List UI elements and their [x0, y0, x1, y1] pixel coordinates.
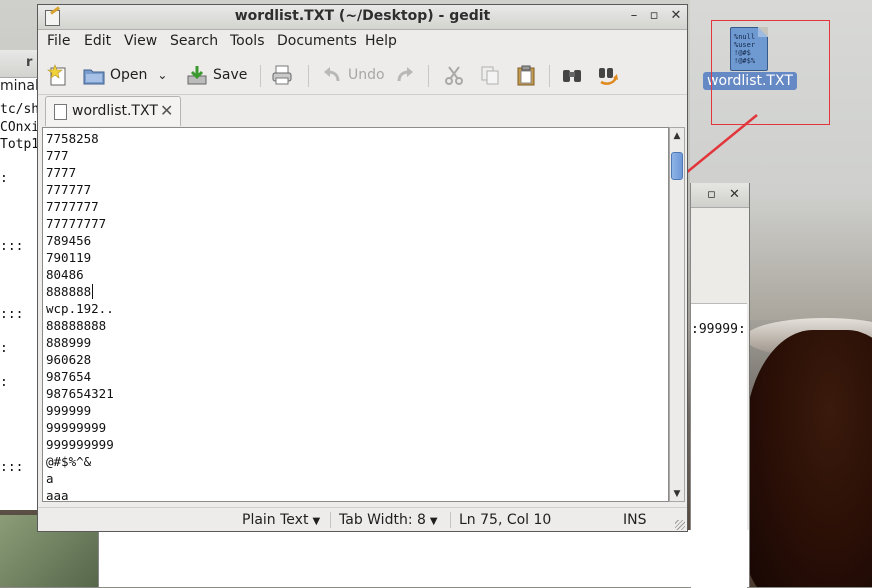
editor-line: wcp.192..: [46, 301, 114, 316]
editor-line: 888999: [46, 335, 92, 350]
resize-grip-icon[interactable]: [675, 520, 685, 530]
undo-label: Undo: [348, 67, 385, 83]
new-document-icon: [47, 64, 69, 86]
editor-line: 987654321: [46, 386, 114, 401]
copy-icon: [479, 64, 501, 86]
editor-line: a: [46, 471, 54, 486]
print-button[interactable]: [271, 62, 298, 88]
undo-button[interactable]: Undo: [321, 62, 385, 88]
toolbar-separator: [428, 65, 429, 87]
vertical-scrollbar[interactable]: ▲ ▼: [669, 127, 685, 502]
save-icon: [186, 64, 208, 86]
chevron-down-icon: ▼: [429, 516, 438, 527]
scrollbar-thumb[interactable]: [671, 152, 683, 180]
titlebar[interactable]: wordlist.TXT (~/Desktop) - gedit – ▫ ✕: [38, 5, 687, 30]
menu-documents[interactable]: Documents: [277, 33, 357, 49]
scroll-up-icon[interactable]: ▲: [670, 129, 684, 143]
editor-line: 88888888: [46, 318, 107, 333]
insert-mode: INS: [623, 512, 647, 528]
editor-line: 80486: [46, 267, 84, 282]
editor-line: 77777777: [46, 216, 107, 231]
redo-icon: [394, 64, 416, 86]
menu-view[interactable]: View: [124, 33, 157, 49]
open-button[interactable]: Open ⌄: [83, 62, 167, 88]
text-caret: [92, 284, 94, 299]
editor-lines: 7758258 777 7777 777777 7777777 77777777 78945…: [46, 130, 114, 502]
tab-label: wordlist.TXT: [72, 103, 158, 119]
status-divider: [450, 512, 451, 528]
find-button[interactable]: [561, 62, 588, 88]
editor-line: 7777: [46, 165, 77, 180]
menu-file[interactable]: File: [47, 33, 70, 49]
editor-line: 7777777: [46, 199, 99, 214]
tab-close-icon[interactable]: ✕: [160, 101, 173, 120]
paste-button[interactable]: [515, 62, 542, 88]
minimize-icon[interactable]: –: [626, 8, 642, 23]
cut-button[interactable]: [443, 62, 470, 88]
new-document-button[interactable]: [47, 62, 74, 88]
maximize-icon[interactable]: ▫: [646, 8, 662, 23]
editor-line: 789456: [46, 233, 92, 248]
clipboard-icon: [515, 64, 537, 86]
save-button[interactable]: Save: [186, 62, 247, 88]
tab-width-label: Tab Width: 8: [339, 512, 426, 528]
printer-icon: [271, 64, 293, 86]
scroll-down-icon[interactable]: ▼: [670, 487, 684, 501]
cursor-position: Ln 75, Col 10: [459, 512, 552, 528]
editor-line: 999999999: [46, 437, 114, 452]
open-label: Open: [110, 67, 148, 83]
chevron-down-icon: ▼: [312, 516, 321, 527]
chevron-down-icon[interactable]: ⌄: [157, 68, 167, 82]
status-divider: [330, 512, 331, 528]
language-label: Plain Text: [242, 512, 309, 528]
editor-line: 888888: [46, 283, 114, 300]
copy-button[interactable]: [479, 62, 506, 88]
save-label: Save: [213, 67, 248, 83]
editor-line: @#$%^&: [46, 454, 92, 469]
redo-button[interactable]: [394, 62, 421, 88]
text-editor[interactable]: 7758258 777 7777 777777 7777777 77777777 78945…: [42, 127, 669, 502]
menu-search[interactable]: Search: [170, 33, 218, 49]
menu-tools[interactable]: Tools: [230, 33, 265, 49]
editor-line: 790119: [46, 250, 92, 265]
menubar: File Edit View Search Tools Documents He…: [38, 30, 687, 54]
editor-line: 777: [46, 148, 69, 163]
editor-line: 7758258: [46, 131, 99, 146]
gedit-window[interactable]: wordlist.TXT (~/Desktop) - gedit – ▫ ✕ F…: [37, 4, 688, 532]
editor-line: 999999: [46, 403, 92, 418]
toolbar-separator: [260, 65, 261, 87]
menu-edit[interactable]: Edit: [84, 33, 111, 49]
close-icon[interactable]: ✕: [668, 8, 684, 23]
editor-line: 99999999: [46, 420, 107, 435]
editor-line: 987654: [46, 369, 92, 384]
status-bar: Plain Text ▼ Tab Width: 8 ▼ Ln 75, Col 10 …: [38, 507, 687, 532]
tab-bar: wordlist.TXT ✕: [38, 95, 687, 126]
scissors-icon: [443, 64, 465, 86]
tab-width-selector[interactable]: Tab Width: 8 ▼: [339, 512, 438, 528]
editor-line-text: 888888: [46, 284, 92, 299]
editor-line: 960628: [46, 352, 92, 367]
find-replace-icon: [597, 64, 619, 86]
find-replace-button[interactable]: [597, 62, 624, 88]
toolbar: Open ⌄ Save Undo: [38, 56, 687, 95]
editor-line: aaa: [46, 488, 69, 502]
window-title: wordlist.TXT (~/Desktop) - gedit: [234, 8, 491, 24]
editor-line: 777777: [46, 182, 92, 197]
toolbar-separator: [549, 65, 550, 87]
tab-wordlist[interactable]: wordlist.TXT ✕: [45, 96, 181, 126]
undo-icon: [321, 64, 343, 86]
binoculars-icon: [561, 64, 583, 86]
folder-icon: [83, 64, 105, 86]
language-selector[interactable]: Plain Text ▼: [242, 512, 320, 528]
menu-help[interactable]: Help: [365, 33, 397, 49]
toolbar-separator: [308, 65, 309, 87]
document-icon: [54, 104, 67, 120]
